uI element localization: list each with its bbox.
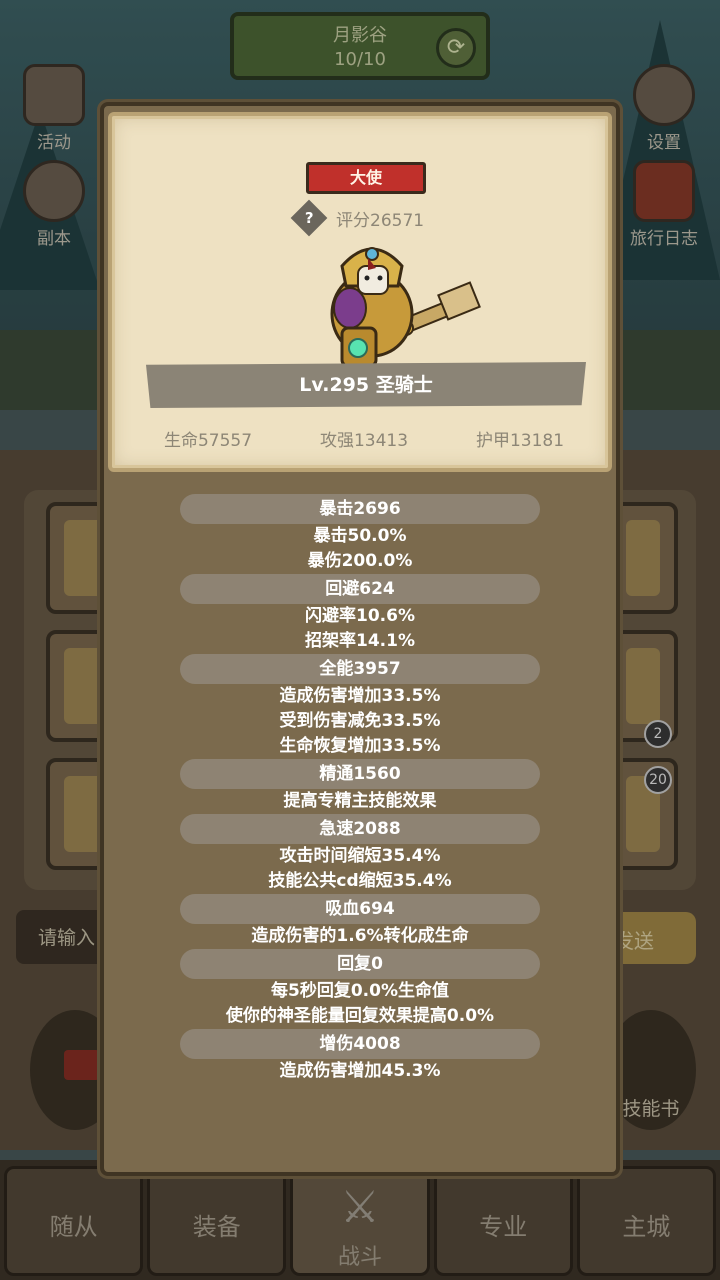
stat-group: 精通1560 提高专精主技能效果 — [104, 759, 616, 814]
attack-stat: 攻强13413 — [319, 431, 409, 451]
secondary-stats-list: 暴击2696 暴击50.0% 暴伤200.0% 回避624 闪避率10.6% 招架率14.… — [104, 494, 616, 1084]
stat-group-title: 暴击2696 — [180, 494, 540, 524]
stat-detail-line: 攻击时间缩短35.4% — [279, 846, 441, 866]
stat-group-title: 增伤4008 — [180, 1029, 540, 1059]
stat-detail-line: 提高专精主技能效果 — [283, 791, 437, 811]
armor-stat: 护甲13181 — [475, 431, 565, 451]
stat-detail-line: 受到伤害减免33.5% — [279, 711, 441, 731]
stat-group: 吸血694 造成伤害的1.6%转化成生命 — [104, 894, 616, 949]
stat-detail-line: 造成伤害增加45.3% — [279, 1061, 441, 1081]
hero-name: Lv.295 圣骑士 — [146, 362, 586, 408]
hero-score: 评分26571 — [336, 210, 425, 231]
stat-detail-line: 造成伤害增加33.5% — [279, 686, 441, 706]
stat-group: 急速2088 攻击时间缩短35.4% 技能公共cd缩短35.4% — [104, 814, 616, 894]
rank-badge: 大使 — [306, 162, 426, 194]
stat-group: 增伤4008 造成伤害增加45.3% — [104, 1029, 616, 1084]
hero-stats-dialog: 大使 ? 评分26571 Lv.295 圣骑士 生命57557 攻强13413 … — [100, 102, 620, 1176]
stat-detail-line: 生命恢复增加33.5% — [279, 736, 441, 756]
stat-group-title: 吸血694 — [180, 894, 540, 924]
stat-detail-line: 暴伤200.0% — [307, 551, 413, 571]
stat-group: 回复0 每5秒回复0.0%生命值使你的神圣能量回复效果提高0.0% — [104, 949, 616, 1029]
stat-group-title: 回复0 — [180, 949, 540, 979]
stat-group-title: 精通1560 — [180, 759, 540, 789]
stat-detail-line: 暴击50.0% — [313, 526, 407, 546]
stat-detail-line: 闪避率10.6% — [305, 606, 415, 626]
score-row: ? 评分26571 — [290, 199, 425, 237]
stat-group-title: 回避624 — [180, 574, 540, 604]
stat-group: 回避624 闪避率10.6% 招架率14.1% — [104, 574, 616, 654]
main-stats-row: 生命57557 攻强13413 护甲13181 — [112, 426, 616, 451]
hp-stat: 生命57557 — [163, 431, 253, 451]
help-icon[interactable]: ? — [290, 199, 328, 237]
stat-detail-line: 造成伤害的1.6%转化成生命 — [251, 926, 469, 946]
hero-portrait — [330, 247, 481, 368]
stat-group: 全能3957 造成伤害增加33.5% 受到伤害减免33.5% 生命恢复增加33.5% — [104, 654, 616, 759]
stat-detail-line: 技能公共cd缩短35.4% — [268, 871, 452, 891]
hero-summary-card: 大使 ? 评分26571 Lv.295 圣骑士 生命57557 攻强13413 … — [108, 112, 612, 472]
stat-group: 暴击2696 暴击50.0% 暴伤200.0% — [104, 494, 616, 574]
stat-group-title: 全能3957 — [180, 654, 540, 684]
stat-detail-line: 每5秒回复0.0%生命值 — [271, 981, 449, 1001]
stat-group-title: 急速2088 — [180, 814, 540, 844]
stat-detail-line: 招架率14.1% — [305, 631, 415, 651]
stat-detail-line: 使你的神圣能量回复效果提高0.0% — [225, 1006, 495, 1026]
